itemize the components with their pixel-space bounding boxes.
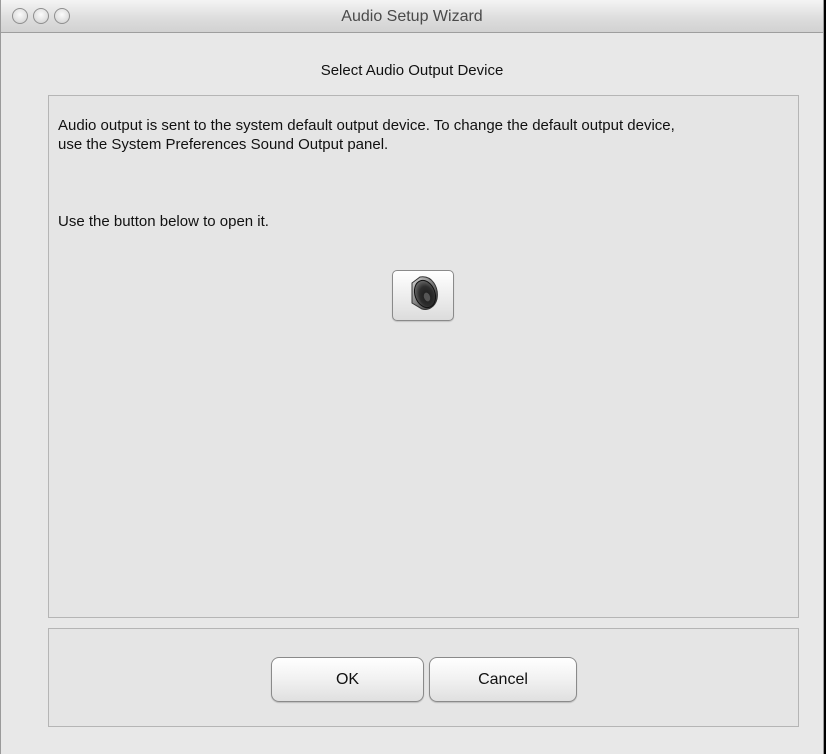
description-text: Audio output is sent to the system defau… (58, 117, 675, 153)
ok-button[interactable]: OK (271, 657, 424, 702)
button-panel: OK Cancel (48, 628, 799, 727)
content-panel: Audio output is sent to the system defau… (48, 95, 799, 618)
audio-setup-wizard-window: Audio Setup Wizard Select Audio Output D… (0, 0, 824, 754)
cancel-button[interactable]: Cancel (429, 657, 577, 702)
instruction-text: Use the button below to open it. (58, 213, 269, 230)
speaker-icon (406, 275, 440, 316)
window-title: Audio Setup Wizard (341, 8, 483, 25)
wizard-heading: Select Audio Output Device (320, 62, 504, 79)
title-bar[interactable]: Audio Setup Wizard (1, 0, 823, 33)
open-sound-preferences-button[interactable] (392, 270, 454, 321)
